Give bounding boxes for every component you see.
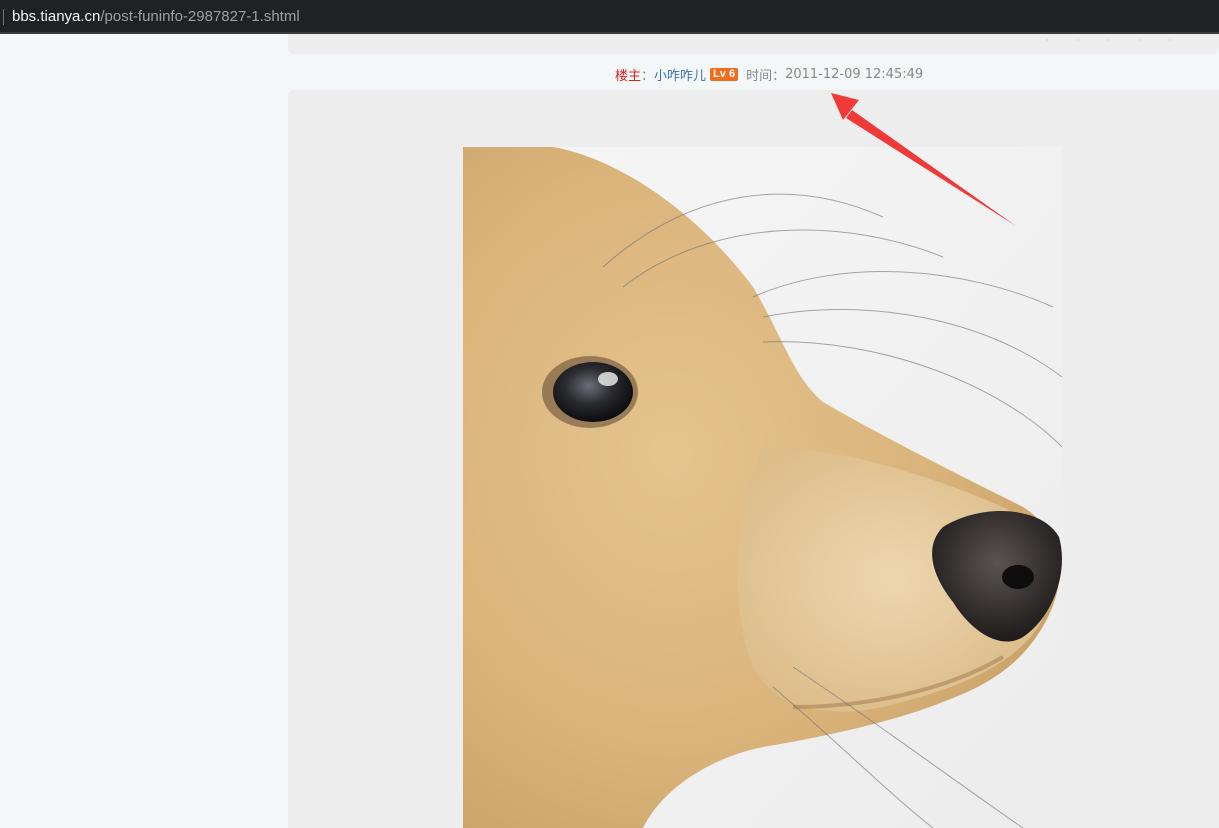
post-content: [288, 90, 1219, 828]
post-meta: 楼主 ： 小咋咋儿 Lv 6 时间： 2011-12-09 12:45:49: [615, 65, 923, 84]
author-link[interactable]: 小咋咋儿: [654, 65, 706, 84]
owner-label: 楼主: [615, 69, 642, 84]
page-body: ····· 楼主 ： 小咋咋儿 Lv 6 时间： 2011-12-09 12:4…: [0, 34, 1219, 828]
address-bar-divider: [3, 9, 4, 25]
owner-colon: ：: [641, 69, 655, 84]
url-path: /post-funinfo-2987827-1.shtml: [100, 8, 300, 25]
url-text[interactable]: bbs.tianya.cn/post-funinfo-2987827-1.sht…: [12, 8, 300, 25]
level-badge: Lv 6: [710, 68, 739, 81]
url-domain: bbs.tianya.cn: [12, 8, 101, 25]
post-timestamp: 2011-12-09 12:45:49: [785, 67, 924, 82]
previous-post-block: ·····: [288, 34, 1219, 54]
previous-post-marks: ·····: [1046, 36, 1199, 45]
browser-address-bar[interactable]: bbs.tianya.cn/post-funinfo-2987827-1.sht…: [0, 0, 1219, 34]
dog-photo: [463, 147, 1062, 828]
time-label: 时间：: [746, 69, 786, 84]
